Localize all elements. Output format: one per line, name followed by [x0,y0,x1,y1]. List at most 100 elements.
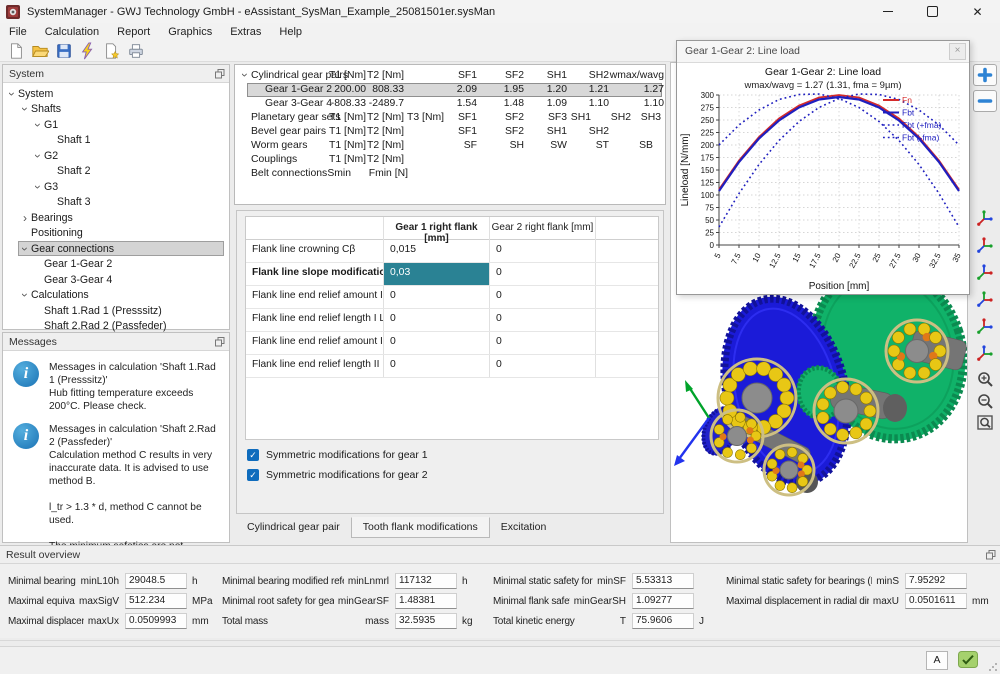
mod-value-cell[interactable]: 0 [384,355,490,377]
new-document-button[interactable] [4,41,28,61]
table-row-planetary-gear-sets[interactable]: Planetary gear sets T1 [Nm] T2 [Nm] T3 [Nm]… [235,111,665,125]
result-field-code: minSF [597,575,626,587]
tree-item-shaft-3[interactable]: Shaft 3 [3,195,229,211]
tree-item-g3[interactable]: › G3 [3,179,229,195]
save-button[interactable] [52,41,76,61]
zoom-in-button[interactable] [973,367,997,391]
tree-item-shaft-2[interactable]: Shaft 2 [3,164,229,180]
table-row-gear-1-gear-2[interactable]: Gear 1-Gear 2 200.00 808.33 2.09 1.95 1.20 1.2… [235,83,665,97]
undock-icon[interactable] [986,549,996,560]
mod-value-cell[interactable]: 0 [490,355,596,377]
checkbox-symmetric-modifications-for-gear-1[interactable]: ✓ Symmetric modifications for gear 1 [247,449,428,461]
tree-item-bearings[interactable]: › Bearings [3,210,229,226]
tree-item-label: G2 [44,149,59,162]
result-field-value[interactable]: 1.09277 [632,593,694,609]
mod-value-cell[interactable]: 0 [490,332,596,354]
table-row-cylindrical-gear-pairs[interactable]: › Cylindrical gear pairs T1 [Nm] T2 [Nm] SF1… [235,69,665,83]
tab-tooth-flank-modifications[interactable]: Tooth flank modifications [350,517,490,538]
tree-item-positioning[interactable]: Positioning [3,226,229,242]
tree-item-g2[interactable]: › G2 [3,148,229,164]
close-icon[interactable]: × [949,43,966,60]
result-field-value[interactable]: 0.0509993 [125,613,187,629]
close-button[interactable]: ✕ [955,0,1000,23]
tree-item-gear-1-gear-2[interactable]: Gear 1-Gear 2 [3,257,229,273]
title-bar[interactable]: SystemManager - GWJ Technology GmbH - eA… [0,0,1000,24]
menu-calculation[interactable]: Calculation [36,25,108,39]
minimize-button[interactable] [865,0,910,23]
result-field-value[interactable]: 75.9606 [632,613,694,629]
mod-value-cell[interactable]: 0 [490,286,596,308]
result-field-value[interactable]: 512.234 [125,593,187,609]
tree-item-shafts[interactable]: › Shafts [3,102,229,118]
mod-value-cell[interactable]: 0 [490,240,596,262]
zoom-window-button[interactable] [973,411,997,435]
mod-value-cell[interactable]: 0 [490,309,596,331]
calculate-button[interactable] [76,41,100,61]
tree-item-label: Shaft 3 [57,196,91,209]
resize-grip[interactable] [988,662,998,672]
menu-graphics[interactable]: Graphics [159,25,221,39]
table-row-bevel-gear-pairs[interactable]: Bevel gear pairs T1 [Nm] T2 [Nm] SF1 SF2 SH1 S… [235,125,665,139]
tab-excitation[interactable]: Excitation [490,518,558,538]
undock-icon[interactable] [215,68,225,79]
undock-icon[interactable] [215,336,225,347]
line-load-window-titlebar[interactable]: Gear 1-Gear 2: Line load × [677,41,969,63]
result-field-value[interactable]: 1.48381 [395,593,457,609]
tree-item-shaft-1[interactable]: Shaft 1 [3,133,229,149]
table-row-gear-3-gear-4[interactable]: Gear 3-Gear 4 -808.33 -2489.7 1.54 1.48 1.09 1… [235,97,665,111]
new-report-button[interactable] [100,41,124,61]
line-load-window[interactable]: Gear 1-Gear 2: Line load × Gear 1-Gear 2… [676,40,970,295]
maximize-button[interactable] [910,0,955,23]
mod-value-cell[interactable]: 0,015 [384,240,490,262]
open-file-button[interactable] [28,41,52,61]
tree-item-shaft-1-rad-1-presssitz[interactable]: Shaft 1.Rad 1 (Presssitz) [3,303,229,319]
view-orientation-2-button[interactable] [973,232,997,256]
status-ok-icon[interactable] [958,651,978,668]
tree-item-label: Bearings [31,211,73,224]
result-field-value[interactable]: 29048.5 [125,573,187,589]
mod-value-cell[interactable]: 0 [384,286,490,308]
checkbox-symmetric-modifications-for-gear-2[interactable]: ✓ Symmetric modifications for gear 2 [247,469,428,481]
table-row-worm-gears[interactable]: Worm gears T1 [Nm] T2 [Nm] SF SH SW ST SB [235,139,665,153]
result-field-label: Minimal flank safety for gears [493,595,570,607]
result-field-value[interactable]: 32.5935 [395,613,457,629]
tree-item-gear-connections[interactable]: › Gear connections [3,241,229,257]
mod-value-cell[interactable]: 0 [384,332,490,354]
result-field-value[interactable]: 117132 [395,573,457,589]
tree-item-g1[interactable]: › G1 [3,117,229,133]
result-field-value[interactable]: 7.95292 [905,573,967,589]
result-field-value[interactable]: 0.0501611 [905,593,967,609]
result-field-maxsigv: Maximal equivalent stressmaxSigV 512.234 M… [8,593,216,609]
message-line [49,527,223,540]
tree-item-system[interactable]: › System [3,86,229,102]
mod-value-cell[interactable]: 0 [384,309,490,331]
result-field-value[interactable]: 5.53313 [632,573,694,589]
tree-item-label: G1 [44,118,59,131]
view-orientation-3-button[interactable] [973,259,997,283]
menu-report[interactable]: Report [108,25,159,39]
remove-view-button[interactable] [973,90,997,112]
mod-value-cell[interactable]: 0,03 [384,263,490,285]
tree-item-calculations[interactable]: › Calculations [3,288,229,304]
mod-row-label: Flank line end relief amount II CβII [246,332,384,354]
tab-cylindrical-gear-pair[interactable]: Cylindrical gear pair [236,518,351,538]
zoom-out-button[interactable] [973,389,997,413]
add-view-button[interactable] [973,64,997,86]
view-orientation-4-button[interactable] [973,286,997,310]
table-row-belt-connections[interactable]: Belt connections Smin Fmin [N] [235,167,665,181]
menu-help[interactable]: Help [270,25,311,39]
svg-text:10: 10 [751,251,763,264]
menu-extras[interactable]: Extras [221,25,270,39]
font-size-button[interactable]: A [926,651,948,670]
tree-item-gear-3-gear-4[interactable]: Gear 3-Gear 4 [3,272,229,288]
view-orientation-6-button[interactable] [973,340,997,364]
new-document-icon [11,42,22,59]
menu-file[interactable]: File [0,25,36,39]
view-orientation-1-button[interactable] [973,205,997,229]
print-button[interactable] [124,41,148,61]
result-field-label: Maximal displacement in radial direction [726,595,869,607]
view-orientation-5-button[interactable] [973,313,997,337]
mod-value-cell[interactable]: 0 [490,263,596,285]
result-field-code: mass [365,615,389,627]
table-row-couplings[interactable]: Couplings T1 [Nm] T2 [Nm] [235,153,665,167]
